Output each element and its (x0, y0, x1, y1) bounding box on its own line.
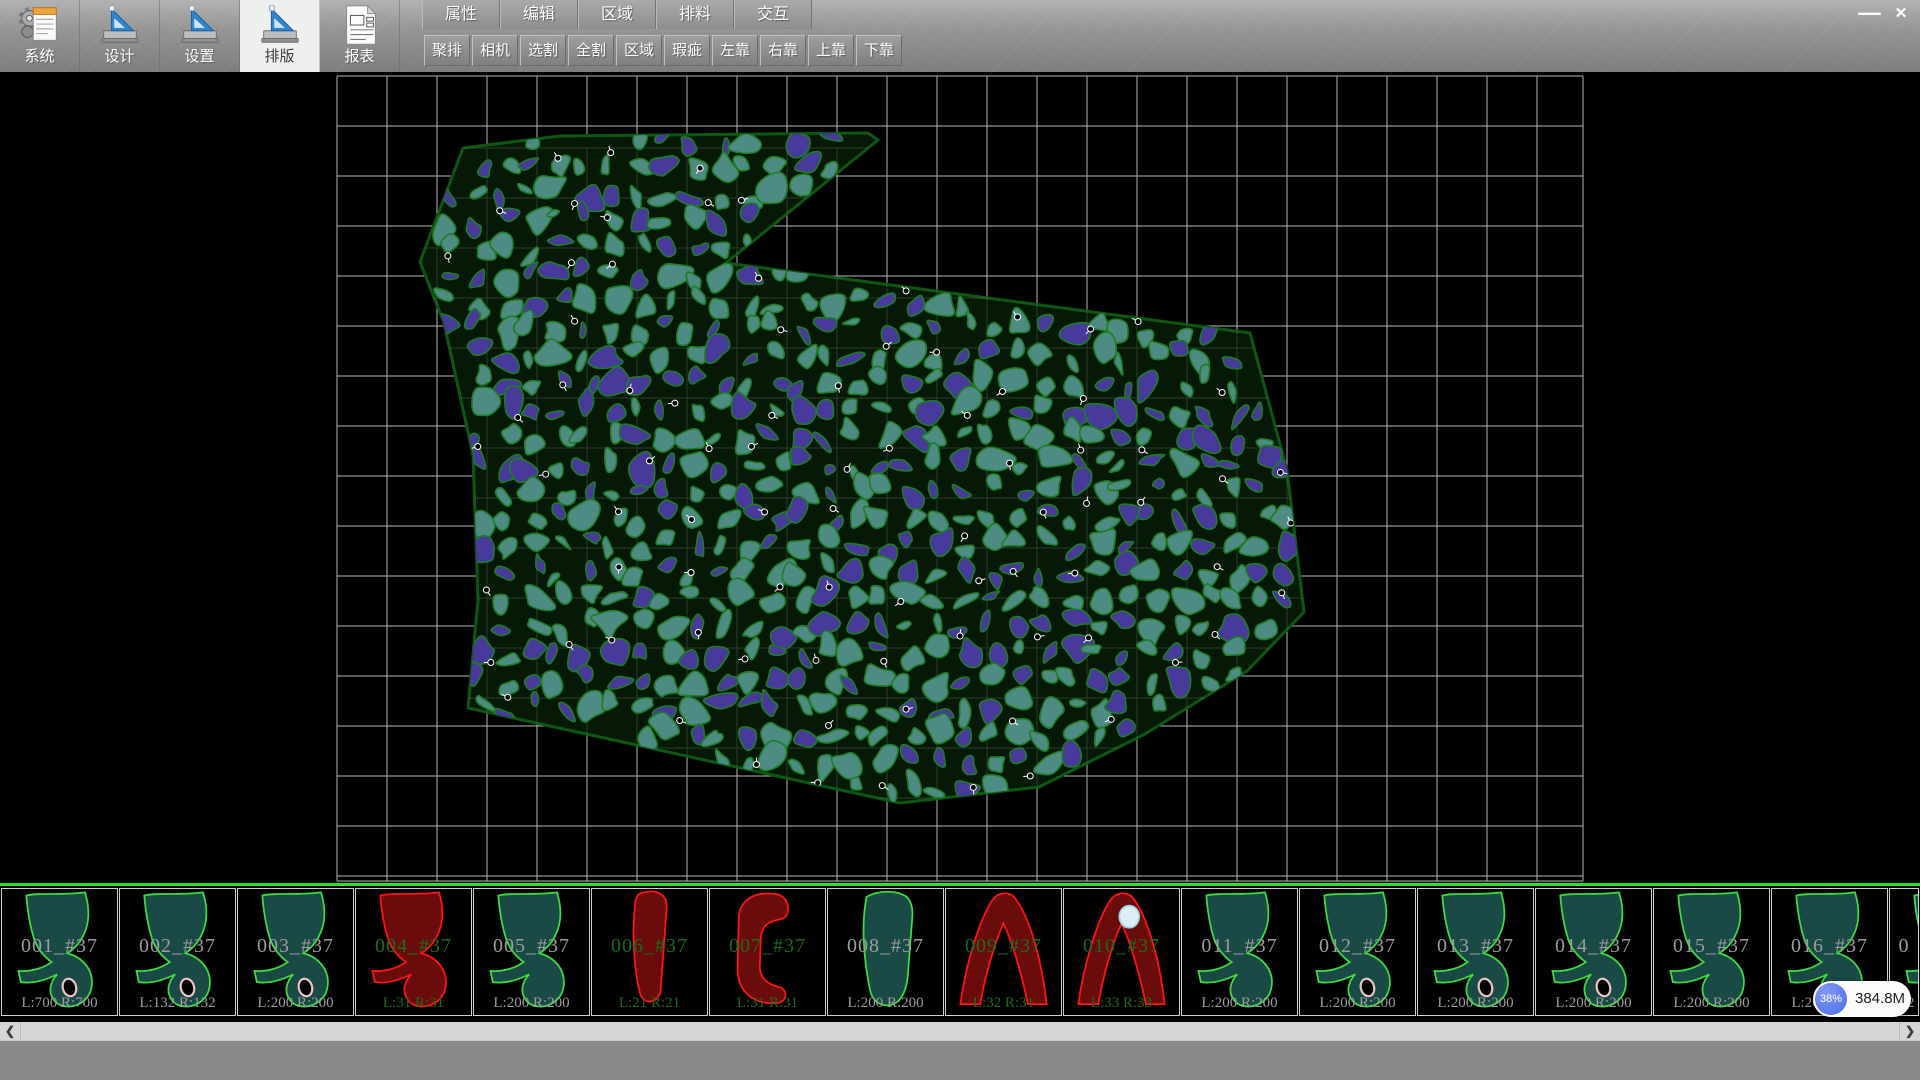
part-lr-count: L:21 R:21 (592, 995, 707, 1012)
part-thumbnail[interactable]: 003_#37 L:200 R:200 (237, 888, 354, 1016)
action-button-region[interactable]: 区域 (616, 35, 662, 66)
close-button[interactable]: ✕ (1887, 3, 1915, 24)
part-label: 009_#37 (946, 935, 1061, 958)
action-button-snap-left[interactable]: 左靠 (712, 35, 758, 66)
part-thumbnail[interactable]: 009_#37 L:32 R:31 (945, 888, 1062, 1016)
action-button-cluster-nest[interactable]: 聚排 (424, 35, 470, 66)
menu-tab-region[interactable]: 区域 (578, 0, 656, 29)
action-button-snap-bottom[interactable]: 下靠 (856, 35, 902, 66)
part-lr-count: L:31 R:31 (356, 995, 471, 1012)
big-button-label: 系统 (24, 48, 54, 66)
big-button-label: 设计 (104, 48, 134, 66)
part-thumbnail[interactable]: 015_#37 L:200 R:200 (1653, 888, 1770, 1016)
part-label: 013_#37 (1418, 935, 1533, 958)
part-lr-count: L:200 R:200 (1654, 995, 1769, 1012)
part-lr-count: L:200 R:200 (1182, 995, 1297, 1012)
part-thumbnail[interactable]: 012_#37 L:200 R:200 (1299, 888, 1416, 1016)
strip-divider-line (0, 883, 1920, 886)
action-button-cut-all[interactable]: 全割 (568, 35, 614, 66)
menu-tab-row: 属性编辑区域排料交互 (398, 0, 1850, 30)
action-button-snap-right[interactable]: 右靠 (760, 35, 806, 66)
main-toolbar: 系统设计设置排版报表 属性编辑区域排料交互 聚排相机选割全割区域瑕疵左靠右靠上靠… (0, 0, 1920, 72)
part-thumbnail[interactable]: 005_#37 L:200 R:200 (473, 888, 590, 1016)
part-thumbnail[interactable]: 006_#37 L:21 R:21 (591, 888, 708, 1016)
part-lr-count: L:200 R:200 (238, 995, 353, 1012)
part-lr-count: L:200 R:200 (1300, 995, 1415, 1012)
part-label: 010_#37 (1064, 935, 1179, 958)
window-controls: — ✕ (1855, 3, 1915, 24)
big-tool-buttons: 系统 设计 设置 排版 报表 (0, 0, 400, 72)
part-label: 008_#37 (828, 935, 943, 958)
layout-big-button[interactable]: 排版 (240, 0, 320, 72)
part-label: 004_#37 (356, 935, 471, 958)
part-lr-count: L:200 R:200 (474, 995, 589, 1012)
part-label: 002_#37 (120, 935, 235, 958)
part-thumbnail[interactable]: 014_#37 L:200 R:200 (1535, 888, 1652, 1016)
minimize-button[interactable]: — (1855, 3, 1883, 24)
action-button-snap-top[interactable]: 上靠 (808, 35, 854, 66)
status-bar (0, 1040, 1920, 1080)
memory-badge[interactable]: 38% 384.8M (1813, 981, 1911, 1017)
scroll-left-arrow-icon[interactable]: ❮ (0, 1022, 21, 1040)
part-lr-count: L:200 R:200 (1418, 995, 1533, 1012)
part-thumbnail[interactable]: 002_#37 L:132 R:132 (119, 888, 236, 1016)
design-big-button[interactable]: 设计 (80, 0, 160, 72)
nesting-canvas[interactable] (0, 72, 1920, 883)
part-label: 0 (1890, 935, 1918, 958)
big-button-label: 报表 (344, 48, 374, 66)
horizontal-scrollbar[interactable]: ❮ ❯ (0, 1022, 1920, 1040)
menu-tab-nesting[interactable]: 排料 (656, 0, 734, 29)
big-button-label: 设置 (184, 48, 214, 66)
set-square-icon (177, 2, 223, 48)
part-lr-count: L:200 R:200 (1536, 995, 1651, 1012)
part-lr-count: L:31 R:31 (710, 995, 825, 1012)
part-label: 016_#37 (1772, 935, 1887, 958)
gear-notepad-icon (17, 2, 63, 48)
action-button-select-cut[interactable]: 选割 (520, 35, 566, 66)
part-label: 007_#37 (710, 935, 825, 958)
part-thumbnail[interactable]: 001_#37 L:700 R:700 (1, 888, 118, 1016)
parts-thumbnail-strip: 001_#37L:700 R:700002_#37L:132 R:132003_… (0, 886, 1920, 1022)
scroll-right-arrow-icon[interactable]: ❯ (1899, 1022, 1920, 1040)
part-label: 001_#37 (2, 935, 117, 958)
action-button-defect[interactable]: 瑕疵 (664, 35, 710, 66)
nesting-canvas-svg (0, 72, 1920, 883)
part-thumbnail[interactable]: 004_#37 L:31 R:31 (355, 888, 472, 1016)
part-thumbnail[interactable]: 007_#37 L:31 R:31 (709, 888, 826, 1016)
part-lr-count: L:700 R:700 (2, 995, 117, 1012)
action-button-camera[interactable]: 相机 (472, 35, 518, 66)
set-square-icon (97, 2, 143, 48)
set-square-icon (257, 2, 303, 48)
part-thumbnail[interactable]: 013_#37 L:200 R:200 (1417, 888, 1534, 1016)
part-lr-count: L:33 R:33 (1064, 995, 1179, 1012)
system-big-button[interactable]: 系统 (0, 0, 80, 72)
menu-tab-interaction[interactable]: 交互 (734, 0, 812, 29)
part-label: 006_#37 (592, 935, 707, 958)
big-button-label: 排版 (264, 48, 294, 66)
report-icon (337, 2, 383, 48)
part-lr-count: L:200 R:200 (828, 995, 943, 1012)
part-label: 005_#37 (474, 935, 589, 958)
part-label: 012_#37 (1300, 935, 1415, 958)
settings-big-button[interactable]: 设置 (160, 0, 240, 72)
report-big-button[interactable]: 报表 (320, 0, 400, 72)
part-thumbnail[interactable]: 011_#37 L:200 R:200 (1181, 888, 1298, 1016)
part-label: 011_#37 (1182, 935, 1297, 958)
menu-tab-properties[interactable]: 属性 (422, 0, 500, 29)
part-label: 003_#37 (238, 935, 353, 958)
memory-percent-circle: 38% (1815, 983, 1847, 1015)
memory-size-text: 384.8M (1855, 981, 1905, 1017)
part-thumbnail[interactable]: 008_#37 L:200 R:200 (827, 888, 944, 1016)
action-button-row: 聚排相机选割全割区域瑕疵左靠右靠上靠下靠 (398, 30, 1850, 72)
part-label: 014_#37 (1536, 935, 1651, 958)
part-lr-count: L:132 R:132 (120, 995, 235, 1012)
menu-area: 属性编辑区域排料交互 聚排相机选割全割区域瑕疵左靠右靠上靠下靠 (398, 0, 1850, 72)
part-label: 015_#37 (1654, 935, 1769, 958)
part-lr-count: L:32 R:31 (946, 995, 1061, 1012)
menu-tab-edit[interactable]: 编辑 (500, 0, 578, 29)
part-thumbnail[interactable]: 010_#37 L:33 R:33 (1063, 888, 1180, 1016)
